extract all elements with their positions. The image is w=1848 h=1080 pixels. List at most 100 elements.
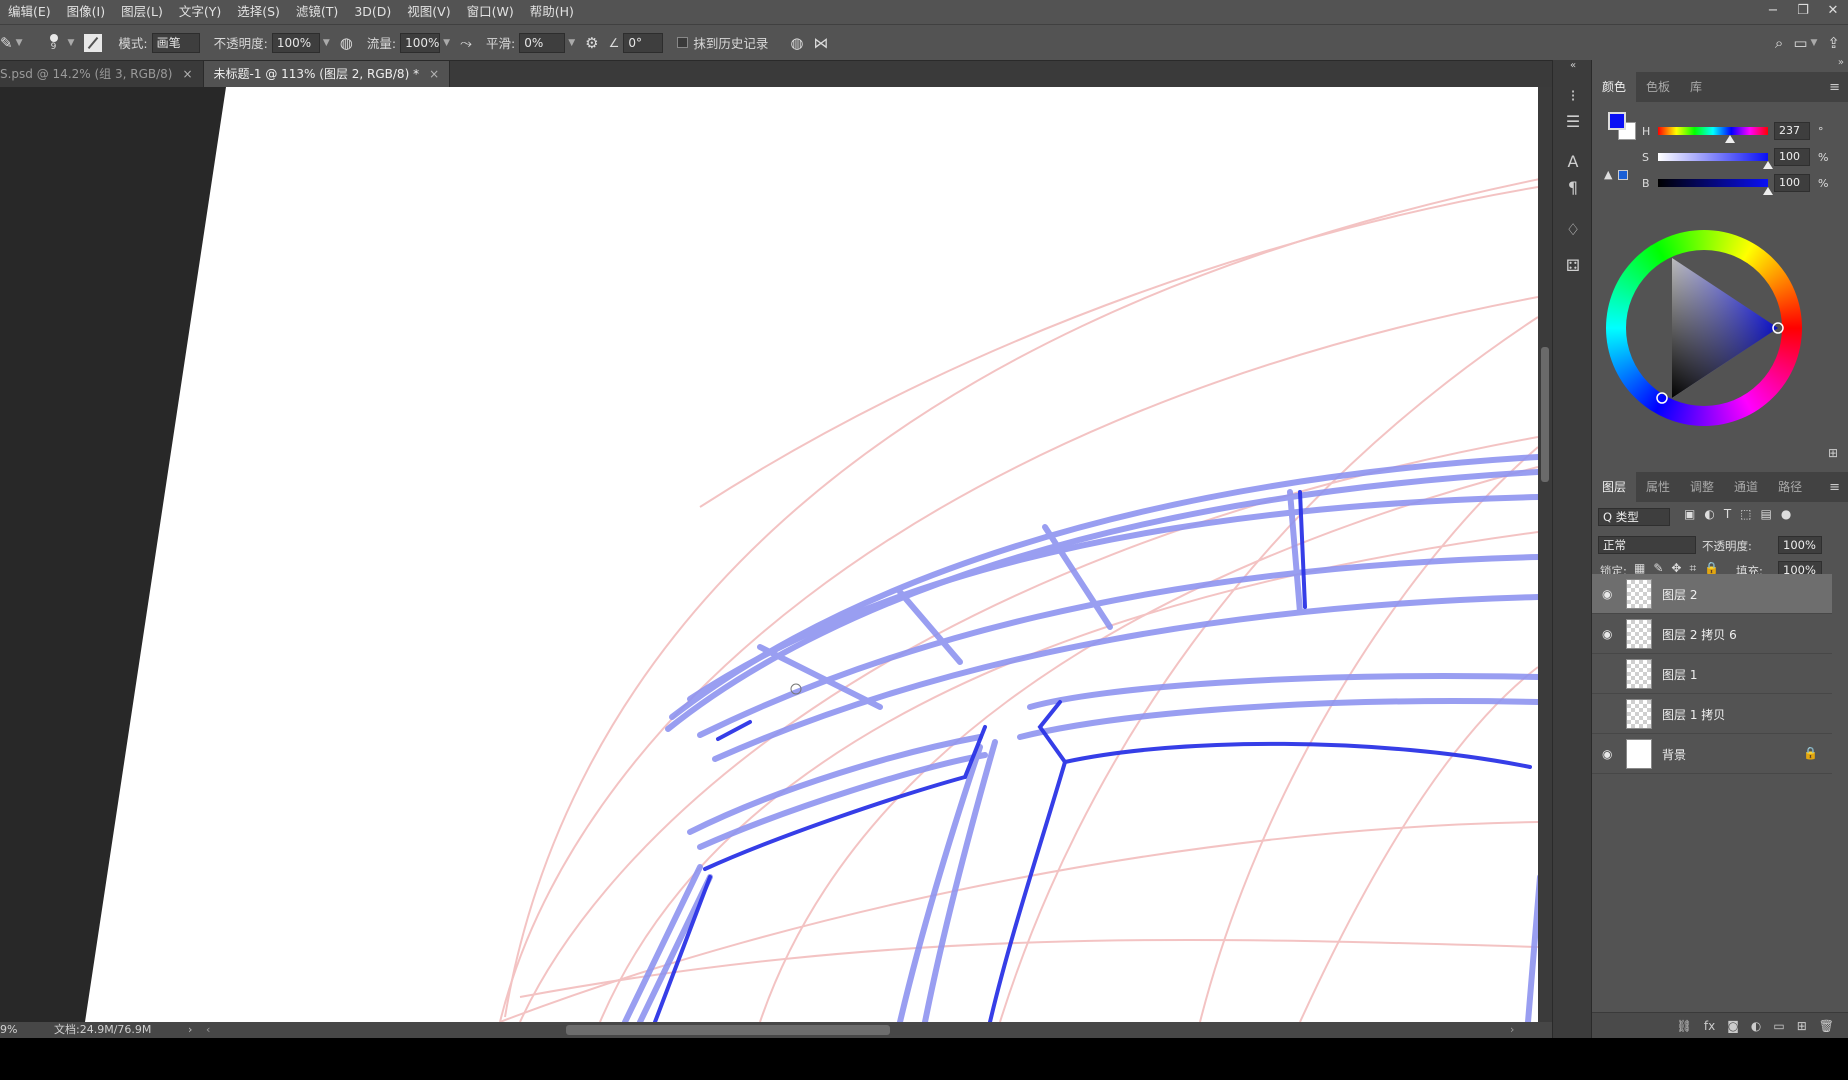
tab-paths[interactable]: 路径: [1768, 472, 1812, 502]
chevron-down-icon[interactable]: ▼: [443, 38, 450, 48]
eye-icon[interactable]: ◉: [1602, 627, 1612, 641]
visibility-toggle-off[interactable]: ◉: [1602, 667, 1612, 681]
scroll-left-icon[interactable]: ‹: [206, 1022, 210, 1038]
scroll-right-icon[interactable]: ›: [1510, 1022, 1514, 1038]
angle-input[interactable]: 0°: [623, 32, 664, 53]
layer-row[interactable]: ◉ 图层 2 拷贝 6: [1592, 614, 1832, 654]
brightness-slider-knob[interactable]: [1763, 187, 1773, 195]
pressure-size-icon[interactable]: ◍: [790, 34, 803, 52]
hue-ring-handle[interactable]: [1656, 392, 1668, 404]
filter-toggle-icon[interactable]: ●: [1781, 507, 1791, 521]
canvas-area[interactable]: [0, 87, 1538, 1022]
chevron-down-icon[interactable]: ▼: [1811, 38, 1818, 48]
restore-button[interactable]: ❐: [1788, 0, 1818, 24]
blend-mode-select[interactable]: 正常: [1598, 536, 1696, 554]
tab-channels[interactable]: 通道: [1724, 472, 1768, 502]
menu-layer[interactable]: 图层(L): [113, 0, 171, 24]
tab-color[interactable]: 颜色: [1592, 72, 1637, 102]
pixel-filter-icon[interactable]: ▣: [1684, 507, 1695, 521]
tab-adjustments[interactable]: 调整: [1680, 472, 1724, 502]
adjustment-layer-icon[interactable]: ◐: [1751, 1019, 1761, 1033]
horizontal-scrollbar-thumb[interactable]: [566, 1025, 890, 1035]
layer-opacity-input[interactable]: 100%: [1778, 536, 1822, 554]
learn-panel-icon[interactable]: ♢: [1553, 220, 1593, 239]
menu-filter[interactable]: 滤镜(T): [288, 0, 346, 24]
brush-size-picker[interactable]: 9: [43, 33, 65, 52]
chevron-down-icon[interactable]: ▼: [16, 38, 23, 48]
tab-swatches[interactable]: 色板: [1636, 72, 1680, 102]
brightness-slider[interactable]: [1658, 179, 1768, 187]
add-mask-icon[interactable]: ◙: [1727, 1019, 1739, 1033]
minimize-button[interactable]: −: [1758, 0, 1788, 24]
panel-menu-icon[interactable]: ≡: [1829, 480, 1840, 495]
workspace-icon[interactable]: ▭: [1793, 34, 1807, 52]
hue-slider[interactable]: [1658, 127, 1768, 135]
panel-menu-icon[interactable]: ≡: [1829, 80, 1840, 95]
layer-row[interactable]: ◉ 图层 2: [1592, 574, 1832, 614]
tab-document-1[interactable]: S.psd @ 14.2% (组 3, RGB/8) ×: [0, 61, 204, 87]
menu-3d[interactable]: 3D(D): [346, 0, 399, 24]
opacity-input[interactable]: 100%: [271, 32, 320, 53]
paragraph-panel-icon[interactable]: ¶: [1553, 178, 1593, 197]
smoothing-input[interactable]: 0%: [519, 32, 566, 53]
collapse-icon[interactable]: «: [1553, 60, 1593, 71]
vertical-scrollbar[interactable]: [1538, 87, 1552, 1022]
link-layers-icon[interactable]: ⛓: [1677, 1019, 1692, 1033]
menu-select[interactable]: 选择(S): [229, 0, 288, 24]
document-canvas[interactable]: [0, 87, 1538, 1022]
lock-icon[interactable]: 🔒: [1803, 746, 1818, 760]
menu-edit[interactable]: 编辑(E): [0, 0, 59, 24]
brush-panel-icon[interactable]: ⁝: [1553, 86, 1593, 105]
trash-icon[interactable]: 🗑: [1819, 1019, 1834, 1033]
eye-icon[interactable]: ◉: [1602, 747, 1612, 761]
hue-input[interactable]: 237: [1774, 122, 1810, 140]
gear-icon[interactable]: ⚙: [585, 34, 598, 52]
layer-style-icon[interactable]: fx: [1704, 1019, 1715, 1033]
layer-filter-select[interactable]: Q 类型: [1598, 508, 1670, 526]
chevron-down-icon[interactable]: ▼: [323, 38, 330, 48]
airbrush-icon[interactable]: ⤳: [460, 34, 472, 52]
shape-filter-icon[interactable]: ⬚: [1740, 507, 1751, 521]
pressure-opacity-icon[interactable]: ◍: [340, 34, 353, 52]
saturation-slider[interactable]: [1658, 153, 1768, 161]
adjustment-filter-icon[interactable]: ◐: [1704, 507, 1714, 521]
hue-slider-knob[interactable]: [1725, 135, 1736, 143]
symmetry-icon[interactable]: ⋈: [814, 34, 829, 52]
erase-to-history-checkbox[interactable]: [677, 37, 689, 48]
expand-icon[interactable]: »: [1838, 57, 1844, 68]
zoom-level[interactable]: 9%: [0, 1022, 17, 1038]
eye-icon[interactable]: ◉: [1602, 587, 1612, 601]
color-wheel[interactable]: [1606, 230, 1802, 426]
layer-row[interactable]: ◉ 图层 1: [1592, 654, 1832, 694]
brush-settings-panel-icon[interactable]: ☰: [1553, 112, 1593, 131]
layer-row[interactable]: ◉ 图层 1 拷贝: [1592, 694, 1832, 734]
add-panel-icon[interactable]: ⊞: [1828, 446, 1838, 460]
saturation-input[interactable]: 100: [1774, 148, 1810, 166]
new-group-icon[interactable]: ▭: [1773, 1019, 1784, 1033]
smart-object-filter-icon[interactable]: ▤: [1761, 507, 1772, 521]
tab-libraries[interactable]: 库: [1680, 72, 1712, 102]
tab-layers[interactable]: 图层: [1592, 472, 1637, 502]
menu-help[interactable]: 帮助(H): [522, 0, 582, 24]
menu-window[interactable]: 窗口(W): [459, 0, 522, 24]
visibility-toggle-off[interactable]: ◉: [1602, 707, 1612, 721]
brush-tool-preset-icon[interactable]: ✎: [0, 34, 13, 52]
new-layer-icon[interactable]: ⊞: [1797, 1019, 1807, 1033]
layer-row[interactable]: ◉ 背景 🔒: [1592, 734, 1832, 774]
tab-document-2[interactable]: 未标题-1 @ 113% (图层 2, RGB/8) * ×: [203, 61, 451, 87]
brush-settings-icon[interactable]: [84, 33, 103, 52]
properties-panel-icon[interactable]: ⚃: [1553, 256, 1593, 275]
search-icon[interactable]: ⌕: [1775, 34, 1783, 52]
chevron-down-icon[interactable]: ▼: [68, 38, 75, 48]
saturation-slider-knob[interactable]: [1763, 161, 1773, 169]
menu-type[interactable]: 文字(Y): [171, 0, 229, 24]
chevron-down-icon[interactable]: ▼: [568, 38, 575, 48]
flow-input[interactable]: 100%: [400, 32, 441, 53]
close-window-button[interactable]: ✕: [1818, 0, 1848, 24]
character-panel-icon[interactable]: A: [1553, 152, 1593, 171]
menu-image[interactable]: 图像(I): [59, 0, 113, 24]
color-triangle[interactable]: [1606, 230, 1802, 426]
tab-properties[interactable]: 属性: [1636, 472, 1680, 502]
scrollbar-thumb[interactable]: [1541, 347, 1549, 482]
close-tab-icon[interactable]: ×: [182, 67, 192, 81]
